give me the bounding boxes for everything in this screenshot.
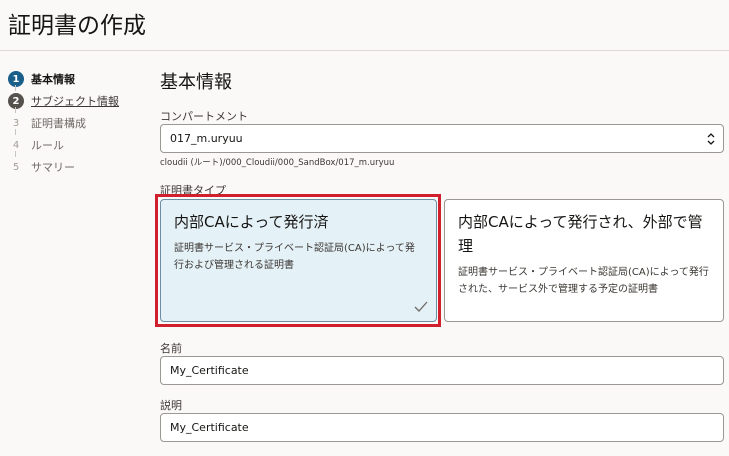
description-label: 説明 bbox=[160, 399, 182, 412]
cert-type-label: 証明書タイプ bbox=[160, 184, 226, 197]
cert-type-internal-ca-card[interactable]: 内部CAによって発行済 証明書サービス・プライベート認証局(CA)によって発行お… bbox=[160, 199, 437, 322]
step-subject-info[interactable]: 2 サブジェクト情報 bbox=[8, 90, 148, 113]
compartment-label: コンパートメント bbox=[160, 110, 248, 123]
page-header: 証明書の作成 bbox=[0, 0, 729, 51]
name-input[interactable] bbox=[170, 364, 714, 377]
card-description: 証明書サービス・プライベート認証局(CA)によって発行された、サービス外で管理す… bbox=[458, 267, 709, 295]
checkmark-icon bbox=[414, 301, 428, 312]
cert-type-external-managed-card[interactable]: 内部CAによって発行され、外部で管理 証明書サービス・プライベート認証局(CA)… bbox=[444, 199, 724, 322]
step-number: 2 bbox=[8, 93, 24, 109]
step-rules[interactable]: 4 ルール bbox=[8, 134, 148, 157]
description-field[interactable] bbox=[160, 413, 724, 442]
compartment-path: cloudii (ルート)/000_Cloudii/000_SandBox/01… bbox=[160, 158, 395, 168]
step-cert-config[interactable]: 3 証明書構成 bbox=[8, 112, 148, 135]
step-label: サマリー bbox=[31, 161, 75, 174]
wizard-steps: 1 基本情報 2 サブジェクト情報 3 証明書構成 4 ルール 5 サマリー bbox=[8, 68, 148, 178]
step-label: サブジェクト情報 bbox=[31, 95, 119, 108]
step-label: 証明書構成 bbox=[31, 117, 86, 130]
step-number: 5 bbox=[12, 161, 20, 173]
page-title: 証明書の作成 bbox=[8, 13, 146, 39]
card-title: 内部CAによって発行済 bbox=[174, 213, 329, 231]
card-title: 内部CAによって発行され、外部で管理 bbox=[458, 213, 703, 255]
step-basic-info[interactable]: 1 基本情報 bbox=[8, 68, 148, 91]
step-number: 1 bbox=[8, 71, 24, 87]
step-summary[interactable]: 5 サマリー bbox=[8, 156, 148, 178]
compartment-select[interactable]: 017_m.uryuu bbox=[160, 124, 724, 153]
card-description: 証明書サービス・プライベート認証局(CA)によって発行および管理される証明書 bbox=[174, 243, 415, 271]
step-number: 4 bbox=[12, 139, 20, 151]
name-field[interactable] bbox=[160, 356, 724, 385]
section-title: 基本情報 bbox=[160, 72, 232, 93]
step-label: 基本情報 bbox=[31, 73, 75, 86]
name-label: 名前 bbox=[160, 342, 182, 355]
description-input[interactable] bbox=[170, 421, 714, 434]
step-number: 3 bbox=[12, 117, 20, 129]
select-arrows-icon bbox=[707, 133, 715, 145]
step-label: ルール bbox=[31, 139, 64, 152]
compartment-value: 017_m.uryuu bbox=[170, 132, 243, 145]
